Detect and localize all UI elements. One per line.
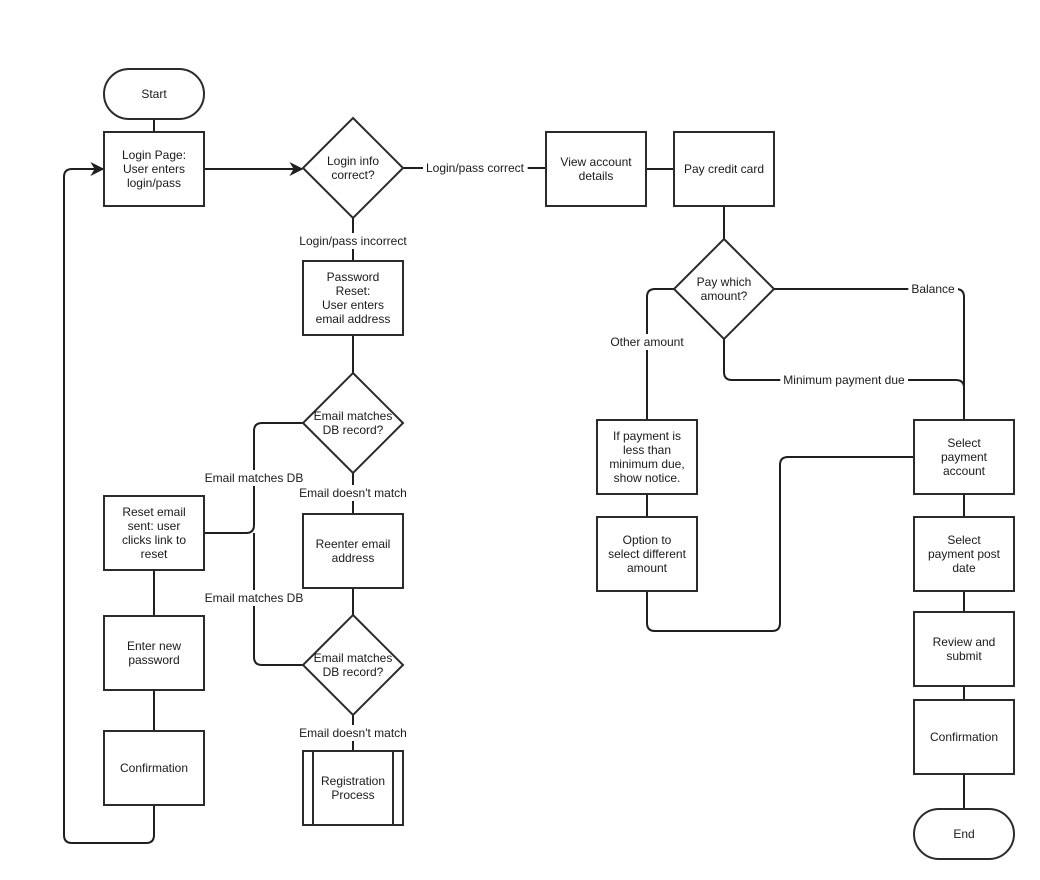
edge-label-text: Minimum payment due [783, 373, 905, 387]
node-label-line: View account [560, 155, 632, 169]
edge-label-text: Email matches DB [205, 591, 304, 605]
node-label-line: Select [947, 436, 981, 450]
edge-label: Email matches DB [201, 470, 307, 486]
node-label-line: show notice. [614, 471, 681, 485]
edge-label: Balance [908, 281, 959, 297]
node-label-line: Login info [327, 154, 379, 168]
node-label-line: correct? [331, 168, 375, 182]
node-confirmation-1[interactable]: Confirmation [103, 730, 205, 806]
node-label-line: Start [141, 87, 167, 101]
node-label-line: Confirmation [930, 730, 998, 744]
node-label-line: Registration [321, 774, 385, 788]
edge-label-text: Login/pass correct [426, 161, 525, 175]
node-label-line: account [943, 464, 986, 478]
edge-label: Minimum payment due [780, 372, 909, 388]
node-label-line: Confirmation [120, 761, 188, 775]
edge-pay_which-to-less_than_min [646, 288, 674, 420]
edge-label: Email doesn't match [296, 485, 410, 501]
node-label-line: amount? [701, 289, 748, 303]
node-email-check-2[interactable]: Email matchesDB record? [301, 613, 405, 717]
node-reset-sent[interactable]: Reset emailsent: userclicks link toreset [103, 495, 205, 571]
node-label-line: If payment is [613, 429, 681, 443]
node-label-line: payment post [928, 547, 1001, 561]
node-end[interactable]: End [913, 808, 1015, 860]
node-label-line: User enters [322, 298, 384, 312]
node-select-account[interactable]: Selectpaymentaccount [913, 419, 1015, 495]
node-label-line: Pay credit card [684, 162, 764, 176]
node-label-line: less than [623, 443, 671, 457]
node-select-date[interactable]: Selectpayment postdate [913, 516, 1015, 592]
node-new-password[interactable]: Enter newpassword [103, 615, 205, 691]
flowchart-canvas: Login/pass correct Login/pass incorrect Em… [63, 68, 1015, 860]
node-label-line: amount [627, 561, 668, 575]
node-label-line: Select [947, 533, 981, 547]
node-label-line: Pay which [697, 275, 752, 289]
edge-label: Email doesn't match [296, 725, 410, 741]
node-label-line: Login Page: [122, 148, 186, 162]
node-less-than-min[interactable]: If payment isless thanminimum due,show n… [596, 419, 698, 495]
node-label-line: DB record? [323, 665, 384, 679]
edge-label-text: Email matches DB [205, 471, 304, 485]
node-label-line: User enters [123, 162, 185, 176]
node-label-line: Reset email [122, 505, 185, 519]
edge-label: Login/pass correct [422, 160, 528, 176]
node-label-line: address [332, 551, 375, 565]
node-label-line: select different [608, 547, 686, 561]
node-label-line: sent: user [128, 519, 181, 533]
node-label-line: Password [327, 270, 380, 284]
nodes-layer: StartLogin Page:User enterslogin/passLog… [103, 68, 1015, 860]
edge-label: Other amount [607, 334, 688, 350]
node-label-line: email address [316, 312, 391, 326]
node-confirmation-2[interactable]: Confirmation [913, 699, 1015, 775]
edge-label: Login/pass incorrect [296, 233, 411, 249]
node-label-line: login/pass [127, 176, 181, 190]
edge-label-text: Balance [911, 282, 955, 296]
node-label-line: submit [946, 649, 982, 663]
node-pay-card[interactable]: Pay credit card [673, 131, 775, 207]
node-label-line: date [952, 561, 976, 575]
node-label-line: End [953, 827, 974, 841]
node-label-line: Reset: [336, 284, 371, 298]
node-pay-which[interactable]: Pay whichamount? [672, 237, 776, 341]
node-label-line: password [128, 653, 179, 667]
node-select-different[interactable]: Option toselect differentamount [596, 516, 698, 592]
node-view-account[interactable]: View accountdetails [545, 131, 647, 207]
node-label-line: minimum due, [609, 457, 684, 471]
node-reenter-email[interactable]: Reenter emailaddress [302, 513, 404, 589]
node-label-line: details [579, 169, 614, 183]
node-login-check[interactable]: Login infocorrect? [301, 116, 405, 220]
edge-label-text: Email doesn't match [299, 726, 407, 740]
node-email-check-1[interactable]: Email matchesDB record? [301, 371, 405, 475]
node-label-line: Option to [623, 533, 672, 547]
node-label-line: Reenter email [316, 537, 391, 551]
node-label-line: Email matches [314, 651, 393, 665]
node-label-line: payment [941, 450, 988, 464]
node-label-line: reset [141, 547, 168, 561]
node-password-reset[interactable]: PasswordReset:User entersemail address [302, 260, 404, 336]
node-login-page[interactable]: Login Page:User enterslogin/pass [103, 131, 205, 207]
edge-label-text: Other amount [610, 335, 684, 349]
node-label-line: Email matches [314, 409, 393, 423]
edge-pay_which-to-select_account [774, 288, 965, 420]
edge-label: Email matches DB [201, 590, 307, 606]
node-label-line: clicks link to [122, 533, 186, 547]
node-start[interactable]: Start [103, 68, 205, 120]
edge-label-text: Login/pass incorrect [299, 234, 407, 248]
node-registration[interactable]: RegistrationProcess [302, 750, 404, 826]
node-label-line: DB record? [323, 423, 384, 437]
node-label-line: Review and [933, 635, 996, 649]
node-label-line: Enter new [127, 639, 181, 653]
node-review[interactable]: Review andsubmit [913, 611, 1015, 687]
edge-label-text: Email doesn't match [299, 486, 407, 500]
node-label-line: Process [331, 788, 374, 802]
